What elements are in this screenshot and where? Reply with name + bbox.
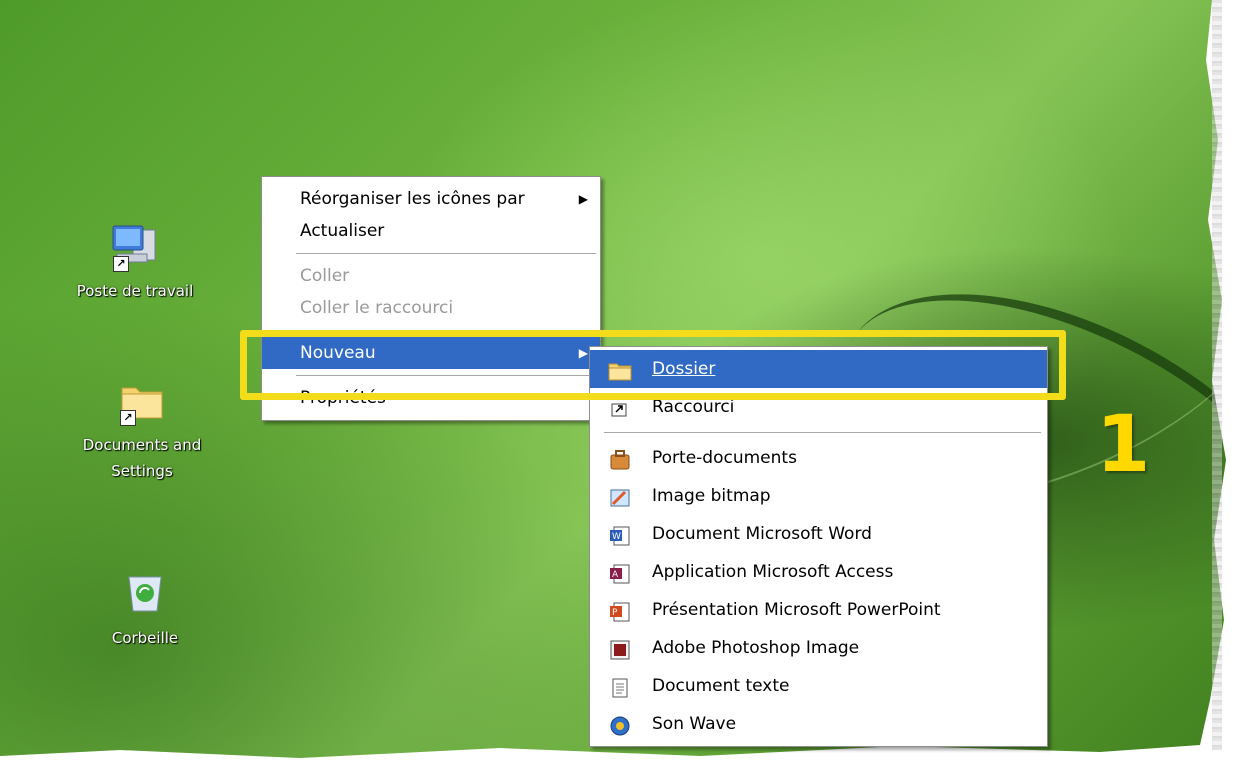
desktop-icon-my-computer[interactable]: ↗ Poste de travail	[55, 218, 215, 304]
submenu-arrow-icon: ▶	[578, 192, 588, 206]
svg-text:A: A	[612, 570, 619, 580]
briefcase-icon	[608, 447, 632, 470]
menu-item-label: Actualiser	[300, 221, 385, 241]
access-icon: A	[608, 561, 632, 584]
menu-item-label: Raccourci	[652, 397, 735, 417]
menu-item-label: Nouveau	[300, 343, 376, 363]
submenu-item-briefcase[interactable]: Porte-documents	[590, 439, 1047, 477]
menu-separator	[296, 330, 596, 331]
desktop-icon-label: Poste de travail	[76, 282, 194, 300]
paint-icon	[608, 485, 632, 507]
menu-item-new[interactable]: Nouveau ▶	[262, 337, 600, 369]
menu-separator	[296, 253, 596, 254]
menu-item-label: Son Wave	[652, 714, 737, 734]
menu-item-label: Document texte	[652, 676, 790, 696]
menu-separator	[604, 432, 1041, 433]
menu-separator	[296, 375, 596, 376]
menu-item-label: Porte-documents	[652, 448, 797, 468]
text-document-icon	[608, 675, 632, 698]
powerpoint-icon: P	[608, 599, 632, 622]
desktop-icon-documents-and-settings[interactable]: ↗ Documents and Settings	[62, 372, 222, 484]
folder-icon: ↗	[114, 372, 170, 428]
desktop-context-menu: Réorganiser les icônes par ▶ Actualiser …	[261, 176, 601, 421]
menu-item-paste-shortcut[interactable]: Coller le raccourci	[262, 292, 600, 324]
menu-item-label: Réorganiser les icônes par	[300, 189, 525, 209]
menu-item-arrange-icons[interactable]: Réorganiser les icônes par ▶	[262, 183, 600, 215]
submenu-arrow-icon: ▶	[578, 346, 588, 360]
submenu-item-shortcut[interactable]: Raccourci	[590, 388, 1047, 426]
computer-icon: ↗	[107, 218, 163, 274]
recycle-bin-icon	[117, 565, 173, 621]
menu-item-refresh[interactable]: Actualiser	[262, 215, 600, 247]
submenu-item-powerpoint-presentation[interactable]: P Présentation Microsoft PowerPoint	[590, 591, 1047, 629]
step-number: 1	[1096, 400, 1151, 490]
menu-item-label: Image bitmap	[652, 486, 771, 506]
desktop-icon-label: Corbeille	[111, 629, 179, 647]
submenu-item-access-application[interactable]: A Application Microsoft Access	[590, 553, 1047, 591]
svg-text:P: P	[612, 608, 618, 618]
shortcut-arrow-icon: ↗	[113, 256, 129, 272]
svg-text:W: W	[612, 532, 621, 542]
menu-item-label: Dossier	[652, 359, 716, 379]
new-submenu: Dossier Raccourci Porte-documents Image …	[589, 346, 1048, 747]
menu-item-label: Propriétés	[300, 388, 386, 408]
word-icon: W	[608, 523, 632, 546]
submenu-item-word-document[interactable]: W Document Microsoft Word	[590, 515, 1047, 553]
submenu-item-bitmap[interactable]: Image bitmap	[590, 477, 1047, 515]
menu-item-label: Coller	[300, 266, 350, 286]
photoshop-icon	[608, 637, 632, 660]
menu-item-label: Adobe Photoshop Image	[652, 638, 860, 658]
menu-item-label: Présentation Microsoft PowerPoint	[652, 600, 941, 620]
wave-sound-icon	[608, 713, 632, 736]
menu-item-paste[interactable]: Coller	[262, 260, 600, 292]
torn-paper-edge	[1212, 0, 1222, 750]
menu-item-label: Application Microsoft Access	[652, 562, 894, 582]
desktop-icon-label: Documents and Settings	[82, 436, 202, 480]
menu-item-label: Coller le raccourci	[300, 298, 454, 318]
submenu-item-text-document[interactable]: Document texte	[590, 667, 1047, 705]
desktop-icon-recycle-bin[interactable]: Corbeille	[65, 565, 225, 651]
submenu-item-folder[interactable]: Dossier	[590, 350, 1047, 388]
menu-item-label: Document Microsoft Word	[652, 524, 872, 544]
menu-item-properties[interactable]: Propriétés	[262, 382, 600, 414]
shortcut-arrow-icon: ↗	[120, 410, 136, 426]
submenu-item-photoshop-image[interactable]: Adobe Photoshop Image	[590, 629, 1047, 667]
submenu-item-wave-sound[interactable]: Son Wave	[590, 705, 1047, 743]
shortcut-icon	[608, 396, 632, 418]
folder-icon	[608, 358, 632, 381]
